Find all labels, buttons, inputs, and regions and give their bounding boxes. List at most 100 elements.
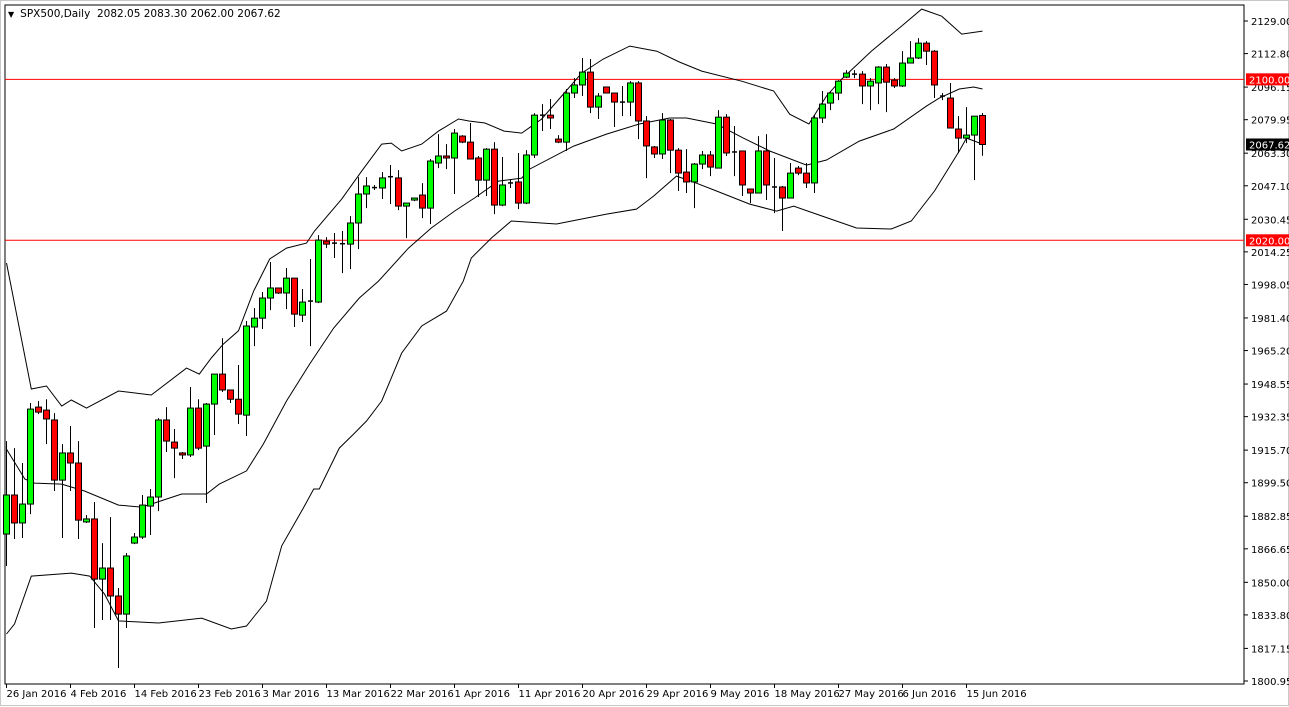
candle-body-bull [315,239,322,303]
candle-body-bear [955,128,962,139]
x-tick-label: 3 Mar 2016 [263,689,320,700]
candle-body-bear [323,240,330,245]
symbol-label: SPX500,Daily [20,8,91,20]
price-chart[interactable]: 2129.002112.802096.152079.952063.302047.… [1,1,1289,707]
candle-body-bull [19,503,26,524]
candle-body-bull [211,373,218,405]
candle [163,407,170,452]
candle [715,110,722,169]
candle [611,92,618,128]
candle [195,399,202,451]
candle [267,262,274,311]
candle-body-bear [979,114,986,145]
candle [107,517,114,620]
candle-body-bear [51,419,58,481]
candle-body-bull [755,150,762,194]
candle [115,587,122,669]
candle-body-bear [667,119,674,151]
candle-body-bull [875,66,882,84]
candle-body-bull [627,82,634,103]
bollinger-bands [6,8,983,635]
x-tick-label: 13 Mar 2016 [327,689,390,700]
candle-body-bull [347,222,354,245]
candle [443,144,450,170]
x-tick-label: 23 Feb 2016 [199,689,261,700]
x-tick-label: 18 May 2016 [775,689,840,700]
candle [355,177,362,250]
y-tick-label: 1948.55 [1251,380,1289,391]
candle [467,123,474,160]
candle [867,78,874,111]
candle [675,148,682,192]
candle-body-bear [923,42,930,52]
candle [11,448,18,540]
candle [99,543,106,620]
hline-price-label: 2020.00 [1249,236,1289,247]
chart-header: ▼ SPX500,Daily 2082.05 2083.30 2062.00 20… [8,8,281,20]
candle-body-bear [163,419,170,442]
candle-body-bear [11,494,18,524]
price-axis[interactable]: 2129.002112.802096.152079.952063.302047.… [1244,17,1289,688]
candle [531,113,538,159]
candle-body-bear [515,181,522,204]
horizontal-lines [5,78,1244,241]
y-tick-label: 2047.10 [1251,182,1289,193]
candle-body-bear [859,73,866,87]
candle-body-bull [363,185,370,195]
candle [963,107,970,144]
candle [547,99,554,130]
candle-body-bull [27,408,34,505]
candle [620,85,625,117]
candle [627,81,634,117]
candle [43,399,50,445]
candle [308,259,313,347]
candle [835,80,842,101]
candle [67,425,74,491]
candle [859,71,866,105]
x-tick-label: 15 Jun 2016 [967,689,1027,700]
candle [363,177,370,209]
candle [508,179,513,188]
candle [259,292,266,330]
chart-window[interactable]: ▼ SPX500,Daily 2082.05 2083.30 2062.00 20… [0,0,1289,706]
candle [283,268,290,310]
candle [75,441,82,540]
candle-body-bear [219,373,226,391]
candle [251,308,258,347]
candle [723,114,730,156]
candle-body-bull [915,42,922,59]
candle-body-bear [675,149,682,174]
candle [683,149,690,194]
candle [315,235,322,304]
time-axis[interactable]: 26 Jan 2016 4 Feb 2016 14 Feb 2016 23 Feb 2… [6,684,1027,700]
candle-body-bear [723,116,730,154]
candle [979,112,986,156]
candle [211,373,218,436]
candle [171,429,178,479]
candle [411,197,418,202]
candle-body-bear [931,50,938,86]
candle [811,115,818,194]
candle [83,515,90,523]
candle [219,338,226,392]
triangle-down-icon[interactable]: ▼ [8,10,14,19]
candle [763,134,770,201]
candle [332,233,337,259]
x-tick-label: 6 Jun 2016 [903,689,957,700]
x-tick-label: 26 Jan 2016 [7,689,67,700]
candle-body-bull [483,148,490,181]
candle [427,159,434,224]
candle [459,135,466,144]
candle [395,170,402,211]
candle [299,288,306,322]
candle [707,150,714,177]
candle [732,126,737,177]
x-tick-label: 29 Apr 2016 [647,689,709,700]
candle [635,81,642,140]
y-tick-label: 1899.50 [1251,479,1289,490]
x-tick-label: 1 Apr 2016 [455,689,510,700]
candle [947,82,954,129]
candle [571,78,578,99]
candle [907,41,914,64]
candle-body-bull [123,555,130,615]
